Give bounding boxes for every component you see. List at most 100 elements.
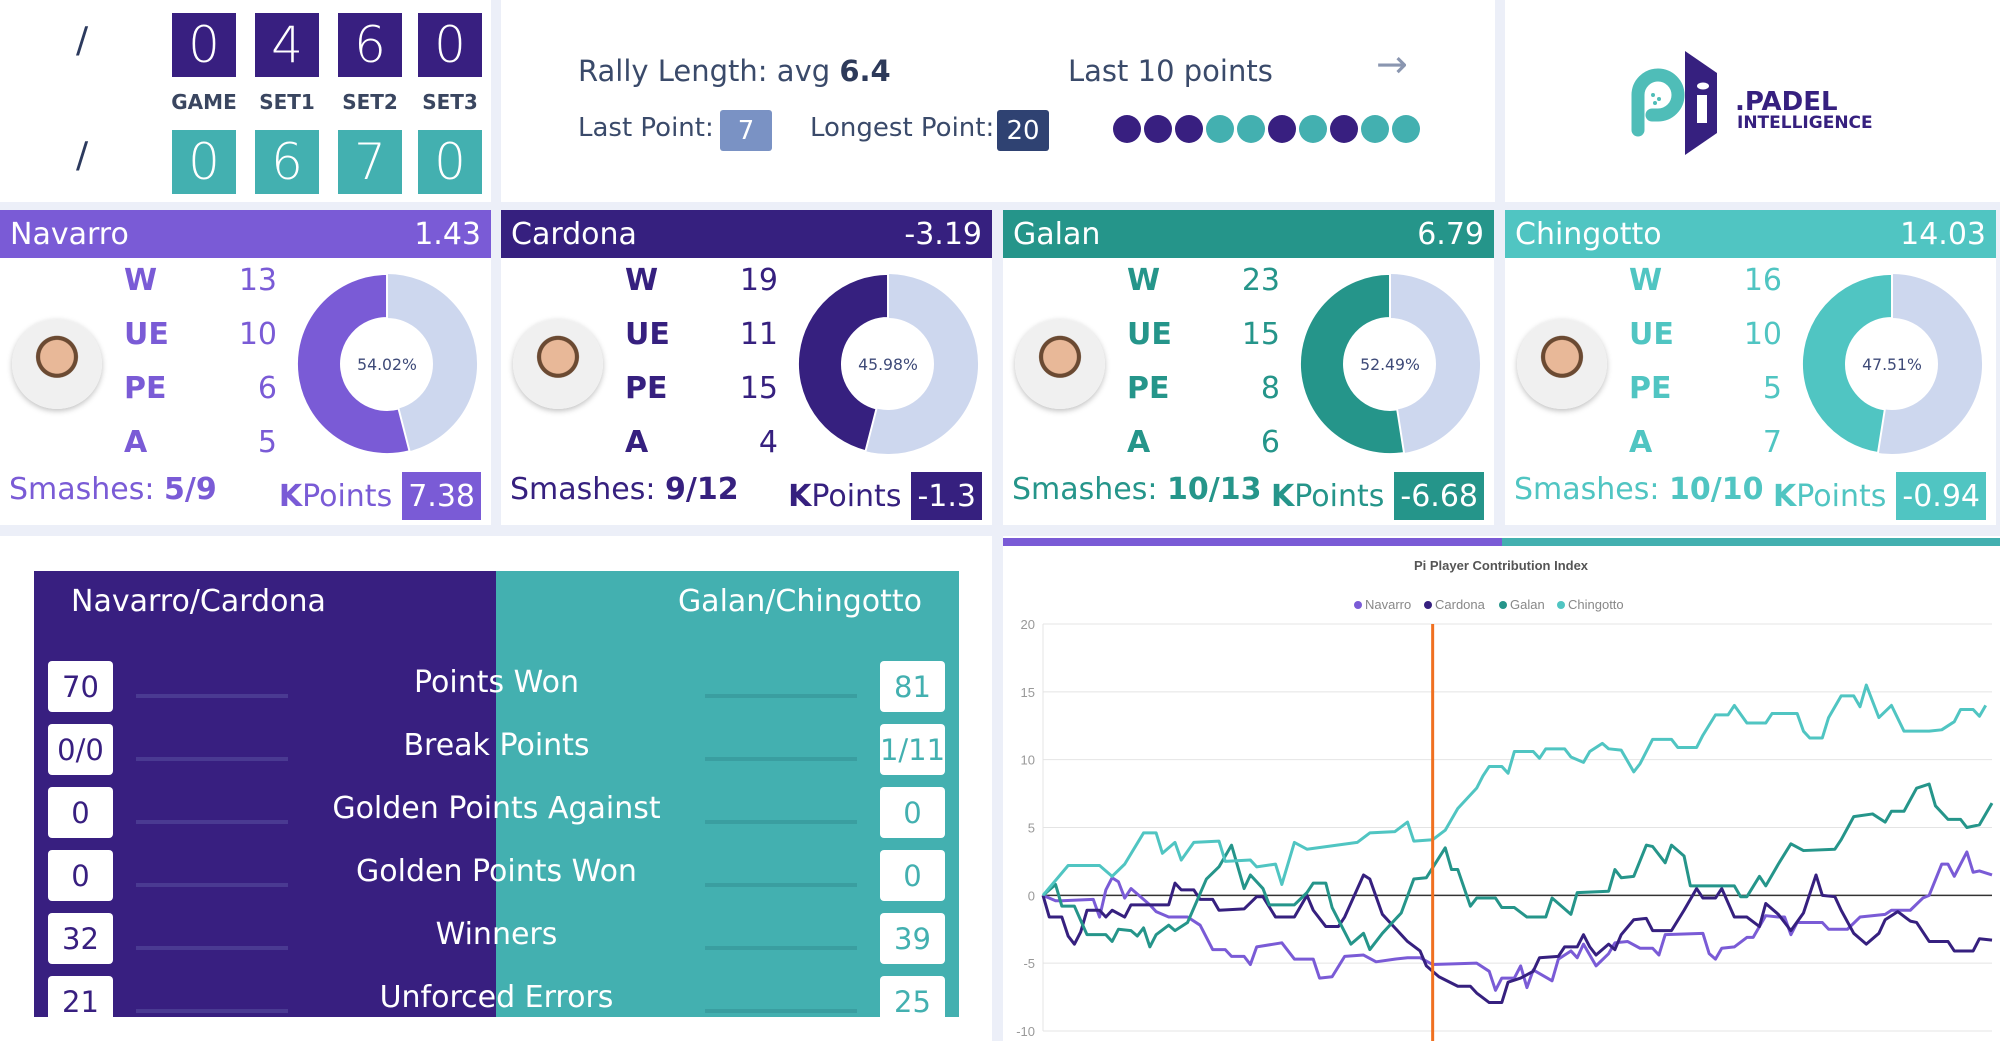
chart-panel: Pi Player Contribution Index Navarro Cardo… [1003, 536, 2000, 1041]
stat-value-ue: 11 [739, 317, 778, 352]
stat-label-ue: UE [625, 317, 670, 352]
player-card-galan: Galan 6.79 W 23 UE 15 PE 8 A 6 52.49% Smashe… [1003, 210, 1494, 525]
player-header: Galan 6.79 [1003, 210, 1494, 258]
last-point-value: 7 [720, 110, 772, 151]
player-header: Cardona -3.19 [501, 210, 992, 258]
stat-row: 0/0 Break Points 1/11 [34, 724, 959, 775]
last-point-dot [1361, 115, 1389, 143]
team-stats-table: Navarro/Cardona Galan/Chingotto 70 Point… [34, 571, 959, 1027]
kpoints: KPoints -1.3 [788, 472, 982, 520]
scoreboard-panel: / / 0 GAME 0 4 SET1 6 6 SET2 7 0 SET3 0 [0, 0, 491, 202]
kpoints: KPoints -6.68 [1271, 472, 1484, 520]
donut-pct: 45.98% [858, 355, 918, 374]
last-point-dot [1206, 115, 1234, 143]
stat-value-w: 19 [739, 263, 778, 298]
smashes-value: 5/9 [164, 472, 217, 507]
smashes-label: Smashes: [1514, 472, 1660, 507]
stat-label-a: A [124, 425, 148, 460]
kpoints-label: Points [1796, 478, 1887, 514]
legend-marker [1354, 601, 1362, 609]
team2-stat-bar [705, 1009, 857, 1013]
donut-pct: 54.02% [357, 355, 417, 374]
y-tick-label: -5 [1023, 956, 1035, 971]
y-tick-label: 0 [1028, 888, 1035, 903]
player-rating: 14.03 [1900, 216, 1986, 252]
rally-panel: Rally Length: avg 6.4 Last Point: 7 Long… [501, 0, 1495, 202]
stat-value-ue: 15 [1241, 317, 1280, 352]
avatar [1015, 319, 1105, 409]
team2-stat-value: 39 [880, 913, 945, 964]
donut-pct: 52.49% [1360, 355, 1420, 374]
win-share-donut: 45.98% [796, 272, 979, 455]
stat-value-a: 5 [257, 425, 277, 460]
last-point-dot [1299, 115, 1327, 143]
avatar [513, 319, 603, 409]
player-rating: -3.19 [904, 216, 982, 252]
longest-point-label: Longest Point: [810, 113, 995, 143]
kpoints-label: Points [1294, 478, 1385, 514]
stat-value-pe: 5 [1762, 371, 1782, 406]
avatar [12, 319, 102, 409]
player-rating: 1.43 [414, 216, 481, 252]
kpoints: KPoints 7.38 [279, 472, 481, 520]
kpoints-value: -6.68 [1394, 472, 1484, 520]
legend-label: Cardona [1435, 597, 1486, 612]
team2-stat-value: 25 [880, 976, 945, 1027]
y-tick-label: -10 [1016, 1024, 1035, 1039]
player-card-navarro: Navarro 1.43 W 13 UE 10 PE 6 A 5 54.02% Smas… [0, 210, 491, 525]
team1-score-game: 0 [172, 13, 236, 77]
team2-stat-bar [705, 946, 857, 950]
stat-label-a: A [1127, 425, 1151, 460]
team2-stat-value: 81 [880, 661, 945, 712]
player-name: Galan [1013, 216, 1101, 252]
smashes: Smashes: 10/13 [1012, 472, 1262, 507]
score-label-game: GAME [171, 90, 237, 114]
stat-row: 21 Unforced Errors 25 [34, 976, 959, 1027]
player-card-cardona: Cardona -3.19 W 19 UE 11 PE 15 A 4 45.98% Sm… [501, 210, 992, 525]
stat-value-a: 4 [758, 425, 778, 460]
last-point-dot [1237, 115, 1265, 143]
stat-row: 0 Golden Points Against 0 [34, 787, 959, 838]
legend-label: Chingotto [1568, 597, 1624, 612]
player-card-chingotto: Chingotto 14.03 W 16 UE 10 PE 5 A 7 47.51% S… [1505, 210, 1996, 525]
player-name: Cardona [511, 216, 637, 252]
smashes: Smashes: 9/12 [510, 472, 739, 507]
y-tick-label: 20 [1021, 617, 1035, 632]
win-share-donut: 47.51% [1800, 272, 1983, 455]
stat-label-pe: PE [1127, 371, 1170, 406]
series-line-navarro [1042, 850, 1993, 992]
team-stats-panel: Navarro/Cardona Galan/Chingotto 70 Point… [0, 536, 992, 1041]
stat-label-a: A [1629, 425, 1653, 460]
legend-marker [1499, 601, 1507, 609]
stat-value-a: 6 [1260, 425, 1280, 460]
stat-row: 0 Golden Points Won 0 [34, 850, 959, 901]
last-point-dot [1113, 115, 1141, 143]
team2-stat-bar [705, 757, 857, 761]
donut-pct: 47.51% [1862, 355, 1922, 374]
last-point-dot [1175, 115, 1203, 143]
player-rating: 6.79 [1417, 216, 1484, 252]
team1-score-set1: 4 [255, 13, 319, 77]
stat-value-pe: 15 [739, 371, 778, 406]
stat-value-a: 7 [1762, 425, 1782, 460]
last-10-label: Last 10 points [1068, 54, 1273, 88]
score-label-set1: SET1 [259, 90, 315, 114]
stat-value-w: 23 [1241, 263, 1280, 298]
score-label-set3: SET3 [422, 90, 478, 114]
player-header: Navarro 1.43 [0, 210, 491, 258]
stat-row: 32 Winners 39 [34, 913, 959, 964]
team2-separator: / [76, 135, 89, 176]
smashes: Smashes: 10/10 [1514, 472, 1764, 507]
stat-label-ue: UE [1629, 317, 1674, 352]
win-share-donut: 52.49% [1298, 272, 1481, 456]
legend-label: Navarro [1365, 597, 1411, 612]
team2-stat-bar [705, 820, 857, 824]
legend-marker [1557, 601, 1565, 609]
stat-value-pe: 6 [257, 371, 277, 406]
arrow-right-icon[interactable]: → [1376, 42, 1408, 86]
y-tick-label: 10 [1021, 753, 1035, 768]
stat-label-w: W [625, 263, 659, 298]
stat-label-pe: PE [1629, 371, 1672, 406]
contribution-chart: Pi Player Contribution Index Navarro Cardo… [1016, 558, 1994, 1041]
player-name: Chingotto [1515, 216, 1662, 252]
